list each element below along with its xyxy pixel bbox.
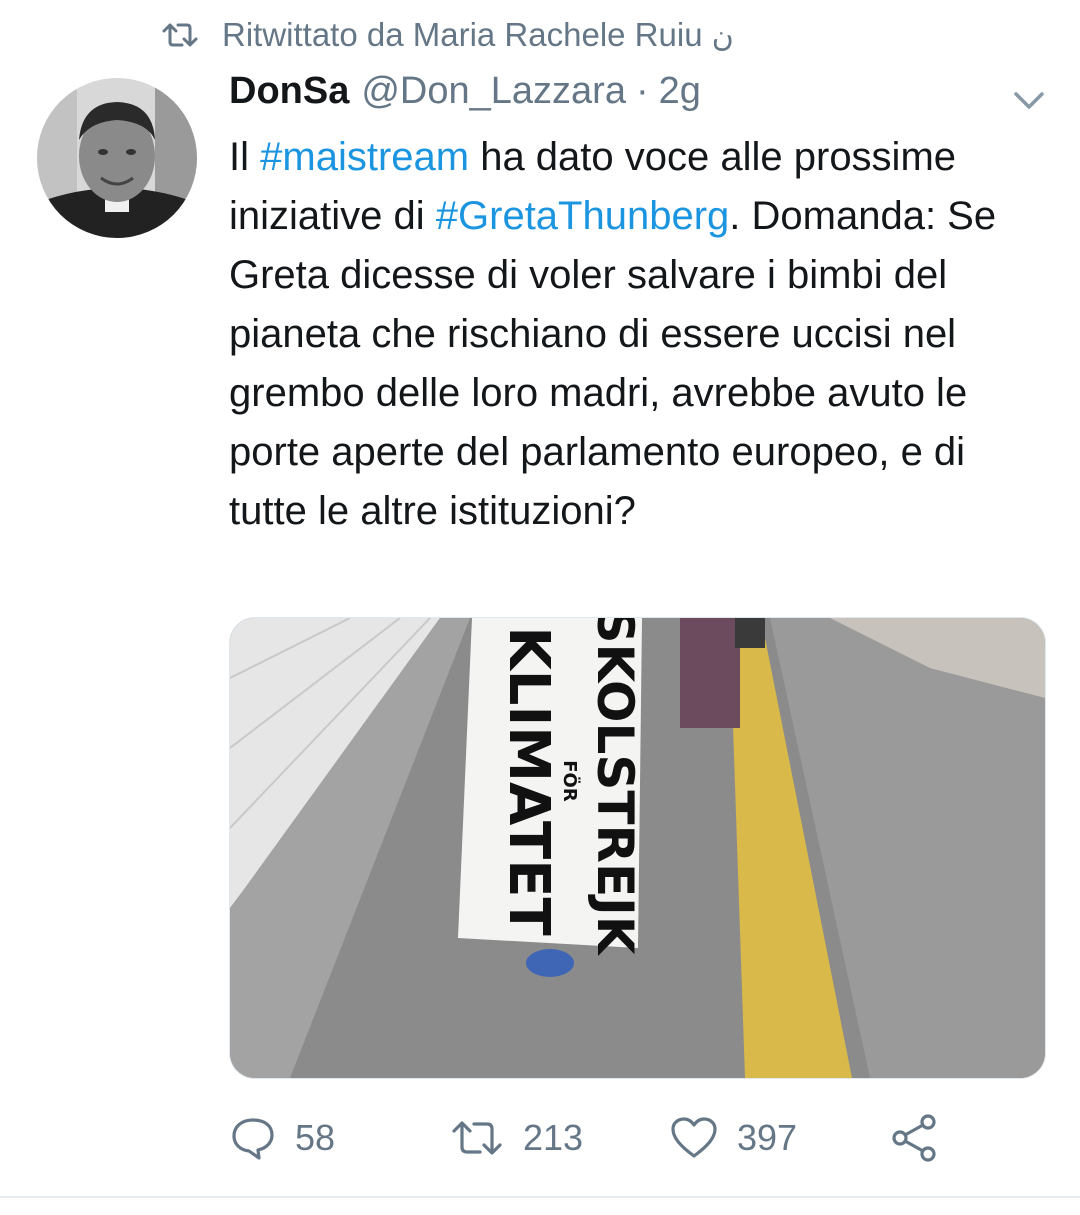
retweet-button[interactable]: 213 [449,1110,583,1166]
like-button[interactable]: 397 [669,1110,797,1166]
retweet-icon [452,1121,502,1155]
hashtag-link[interactable]: #maistream [260,135,469,179]
tweet-actions: 58 213 397 [229,1110,1049,1166]
hashtag-link[interactable]: #GretaThunberg [436,194,730,238]
retweet-suffix: ن [711,20,734,53]
reply-button[interactable]: 58 [229,1110,335,1166]
share-icon [892,1114,936,1162]
divider [0,1196,1080,1198]
sign-text-line2: FÖR [559,760,581,802]
retweet-attribution[interactable]: Ritwittato da Maria Rachele Ruiu ن [160,12,734,58]
header-separator: · [635,70,649,112]
like-count: 397 [737,1117,798,1158]
heart-icon [671,1117,717,1158]
tweet-text-part: Il [229,135,261,179]
share-button[interactable] [889,1110,941,1166]
chevron-down-icon[interactable] [1012,88,1046,112]
retweet-label: Ritwittato da Maria Rachele Ruiu [222,16,703,53]
tweet-media-image[interactable]: SKOLSTREJK FÖR KLIMATET [229,617,1046,1079]
retweet-count: 213 [523,1117,584,1158]
sign-text-line1: SKOLSTREJK [586,618,644,957]
reply-icon [232,1118,274,1160]
retweet-icon [162,23,198,47]
author-handle[interactable]: @Don_Lazzara [361,70,626,113]
tweet-text-part: . Domanda: Se Greta dicesse di voler sal… [229,194,997,533]
avatar[interactable] [37,78,197,238]
sign-text-line3: KLIMATET [496,626,561,935]
tweet-timestamp[interactable]: 2g [659,70,701,113]
tweet-text: Il #maistream ha dato voce alle prossime… [229,128,1049,541]
tweet-header: DonSa @Don_Lazzara · 2g [229,70,701,126]
author-name[interactable]: DonSa [229,70,349,113]
reply-count: 58 [295,1117,336,1158]
